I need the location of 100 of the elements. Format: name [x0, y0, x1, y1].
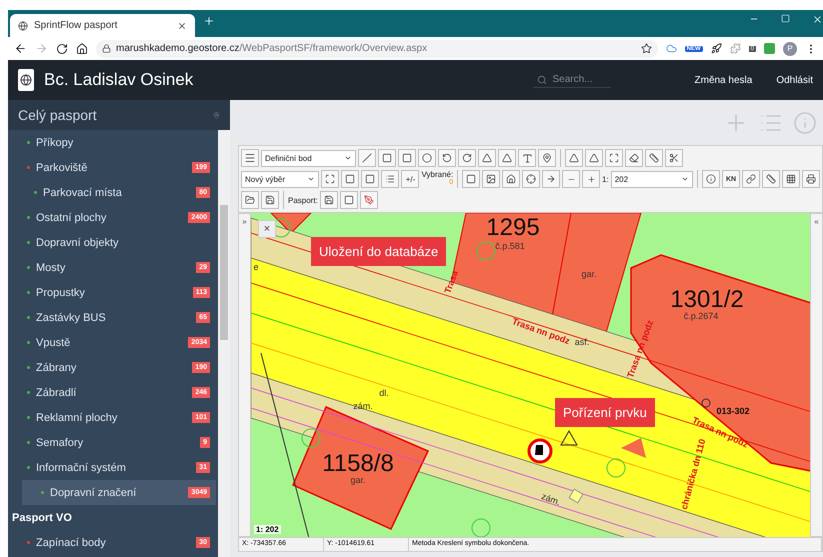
info-icon	[793, 110, 817, 134]
map-label: gar.	[350, 475, 366, 485]
cloud-icon	[666, 43, 677, 54]
lock-icon	[102, 44, 111, 53]
map-label: dl.	[379, 388, 389, 398]
map-label: 1301/2	[670, 286, 744, 313]
draw-tool-button[interactable]	[458, 149, 476, 167]
user-name: Bc. Ladislav Osinek	[44, 70, 194, 90]
panel-toggle[interactable]: »	[238, 213, 251, 537]
pasport-save-button[interactable]	[320, 191, 338, 209]
link-button[interactable]	[742, 170, 760, 188]
map-label: e	[254, 262, 258, 272]
tool-icon	[609, 153, 619, 163]
draw-tool-button[interactable]	[398, 149, 416, 167]
plus-icon	[203, 15, 215, 27]
edit-tool-button[interactable]	[565, 149, 583, 167]
puzzle-icon	[730, 43, 741, 54]
caret-icon	[344, 154, 352, 162]
grid-button[interactable]	[782, 170, 800, 188]
tool-icon	[669, 153, 679, 163]
search-field[interactable]: Search...	[532, 72, 610, 88]
item-label: Zastávky BUS	[36, 312, 107, 324]
scale-select[interactable]: 202	[610, 170, 694, 188]
scrollbar-thumb[interactable]	[220, 205, 228, 340]
callout: Pořízení prvku	[555, 398, 655, 427]
plus-minus-button[interactable]: +/-	[401, 170, 420, 188]
locate-button[interactable]	[522, 170, 540, 188]
edit-tool-button[interactable]	[625, 149, 643, 167]
tool-icon	[649, 153, 659, 163]
edit-tool-button[interactable]	[605, 149, 623, 167]
print-button[interactable]	[802, 170, 820, 188]
browser-tab[interactable]: SprintFlow pasport	[10, 14, 195, 37]
pasport-erase-button[interactable]	[360, 191, 378, 209]
menu-icon	[244, 152, 256, 164]
open-button[interactable]	[241, 191, 259, 209]
sidebar-item[interactable]: Příkopy	[8, 130, 216, 155]
item-label: Zapínací body	[36, 536, 107, 548]
menu-button[interactable]	[241, 149, 259, 167]
select-tool-button[interactable]	[341, 170, 360, 188]
select-tool-button[interactable]	[381, 170, 400, 188]
grid-icon	[786, 174, 796, 184]
map-label: asf.	[574, 337, 590, 347]
caret-icon	[681, 175, 690, 183]
draw-select[interactable]: Definiční bod	[261, 150, 356, 166]
map-label: zám.	[540, 491, 562, 508]
edit-tool-button[interactable]	[665, 149, 683, 167]
crosshair-icon	[526, 174, 536, 184]
header-link[interactable]: Změna hesla	[694, 74, 752, 86]
home-button[interactable]	[502, 170, 520, 188]
close-icon	[812, 14, 823, 25]
select-tool-button[interactable]	[321, 170, 340, 188]
save-icon	[265, 195, 275, 205]
forward-icon	[35, 42, 48, 55]
measure-button[interactable]	[762, 170, 780, 188]
image-button[interactable]	[482, 170, 500, 188]
draw-tool-button[interactable]	[438, 149, 456, 167]
close-icon	[177, 20, 187, 30]
pin-icon	[542, 153, 552, 163]
sidebar-item[interactable]: Dopravní objekty	[8, 230, 216, 255]
selection-select[interactable]: Nový výběr	[241, 170, 320, 188]
zoom-box-button[interactable]	[462, 170, 480, 188]
text-tool-button[interactable]	[518, 149, 536, 167]
draw-tool-button[interactable]	[498, 149, 516, 167]
home-icon	[76, 42, 88, 54]
item-label: Propustky	[36, 286, 86, 298]
item-label: Parkovací místa	[43, 186, 123, 198]
header-link[interactable]: Odhlásit	[776, 74, 813, 86]
star-icon	[640, 43, 652, 54]
edit-tool-button[interactable]	[585, 149, 603, 167]
draw-tool-button[interactable]	[418, 149, 436, 167]
save-button[interactable]	[261, 191, 279, 209]
section-title: Pasport VO	[11, 510, 73, 526]
draw-tool-button[interactable]	[478, 149, 496, 167]
caret-icon	[307, 175, 316, 183]
pasport-frame-button[interactable]	[340, 191, 358, 209]
map-label: 013-302	[716, 406, 750, 416]
edit-tool-button[interactable]	[645, 149, 663, 167]
item-label: Reklamní plochy	[36, 412, 118, 424]
tool-icon	[325, 174, 336, 184]
address-bar[interactable]: marushkademo.geostore.cz/WebPasportSF/framework/Overview.aspx	[96, 40, 658, 58]
scale-prefix: 1:	[602, 174, 609, 184]
draw-tool-button[interactable]	[378, 149, 396, 167]
pin-tool-button[interactable]	[538, 149, 556, 167]
panel-toggle[interactable]: «	[810, 213, 823, 537]
back-icon	[14, 42, 27, 55]
info-button[interactable]	[702, 170, 720, 188]
select-tool-button[interactable]	[361, 170, 380, 188]
reload-icon	[56, 42, 68, 54]
tool-icon	[385, 174, 396, 184]
close-button[interactable]: ×	[258, 220, 276, 238]
ruler-icon	[766, 174, 776, 184]
item-label: Příkopy	[36, 136, 74, 148]
scrollbar[interactable]	[218, 130, 230, 557]
locate-arrow-button[interactable]	[542, 170, 560, 188]
arrow-icon	[546, 174, 556, 184]
map-label: Trasa	[442, 269, 460, 295]
map-scale: 1: 202	[254, 525, 281, 534]
tool-icon	[629, 153, 639, 163]
link-icon	[746, 174, 756, 184]
item-label: Parkoviště	[36, 162, 88, 174]
